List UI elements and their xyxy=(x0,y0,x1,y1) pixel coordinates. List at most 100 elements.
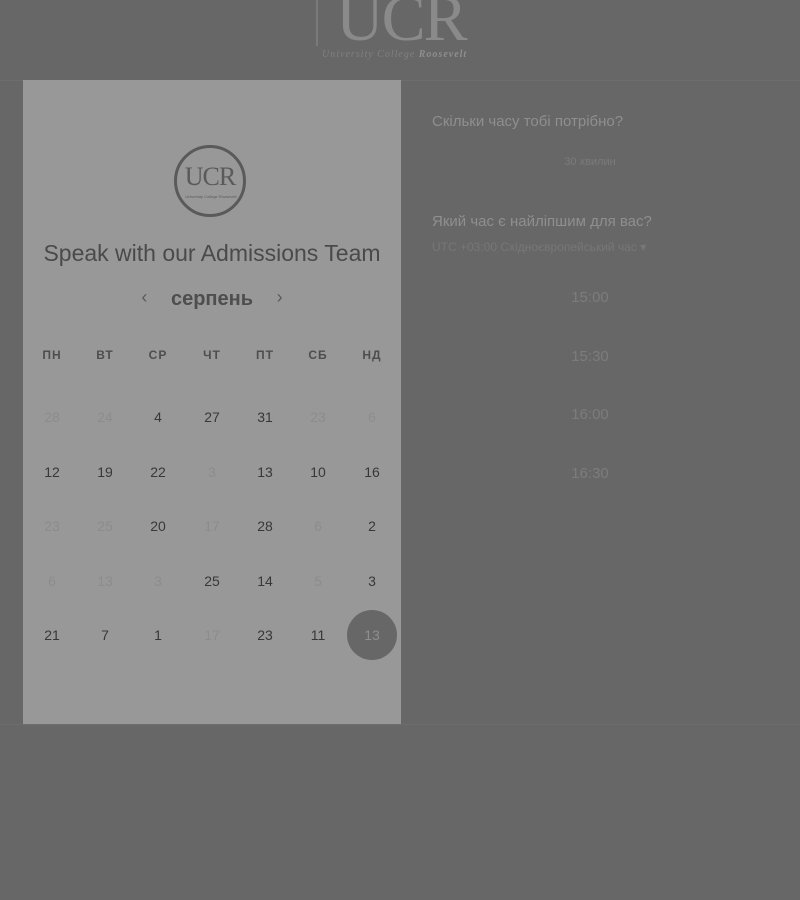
calendar-day-label: 6 xyxy=(314,518,322,534)
weekday-label: ВТ xyxy=(96,348,114,362)
calendar-day[interactable]: 11 xyxy=(292,609,344,661)
calendar-day-label: 14 xyxy=(257,572,273,589)
calendar-day-label: 5 xyxy=(314,572,322,589)
calendar-day: 13 xyxy=(79,555,131,607)
calendar-day: 6 xyxy=(26,555,78,607)
calendar-day[interactable]: 25 xyxy=(186,555,238,607)
calendar-day[interactable]: 28 xyxy=(239,500,291,552)
time-slot-button[interactable]: 15:00 xyxy=(432,278,748,318)
calendar-day[interactable]: 23 xyxy=(239,609,291,661)
calendar-day[interactable]: 13 xyxy=(239,446,291,498)
calendar-day-label: 3 xyxy=(154,572,162,589)
site-header: UCR University College Roosevelt xyxy=(0,0,800,81)
calendar-day-label: 25 xyxy=(204,572,220,589)
calendar-day: 23 xyxy=(292,391,344,443)
calendar-day-label: 1 xyxy=(154,627,162,643)
calendar-day-label: 6 xyxy=(368,409,376,425)
calendar-day-label: 20 xyxy=(150,518,166,534)
calendar-day-label: 28 xyxy=(257,518,273,534)
chevron-down-icon: ▾ xyxy=(640,240,647,254)
logo-subtitle: University College Roosevelt xyxy=(322,49,468,60)
card-title: Speak with our Admissions Team xyxy=(43,240,381,266)
calendar-day-label: 21 xyxy=(44,627,60,643)
logo-bar xyxy=(316,0,318,46)
calendar-day: 17 xyxy=(186,609,238,661)
calendar-day[interactable]: 2 xyxy=(346,500,398,552)
chevron-left-icon[interactable]: ‹ xyxy=(131,287,157,308)
calendar-day[interactable]: 16 xyxy=(346,446,398,498)
calendar-day[interactable]: 14 xyxy=(239,555,291,607)
weekday-header: ПН ВТ СР ЧТ ПТ СБ НД xyxy=(23,348,401,368)
calendar-day: 6 xyxy=(292,500,344,552)
calendar-day-label: 23 xyxy=(257,627,273,643)
weekday-label: ПТ xyxy=(256,348,274,362)
calendar-day-label: 11 xyxy=(310,627,326,643)
time-slot-button[interactable]: 16:00 xyxy=(432,395,748,435)
calendar-day-label: 28 xyxy=(44,409,60,425)
calendar-day[interactable]: 20 xyxy=(132,500,184,552)
calendar-day-label: 16 xyxy=(364,463,380,480)
calendar-grid: 28 24 4 27 31 23 6 12 19 22 3 13 10 16 23 25 20 17 28 6 2 6 13… xyxy=(23,390,401,690)
calendar-day-label: 17 xyxy=(204,518,220,534)
time-slot-list: 15:00 15:30 16:00 16:30 xyxy=(432,278,748,512)
calendar-day[interactable]: 27 xyxy=(186,391,238,443)
calendar-day: 3 xyxy=(132,555,184,607)
calendar-day-label: 25 xyxy=(97,518,113,534)
calendar-day[interactable]: 21 xyxy=(26,609,78,661)
calendar-day-label: 13 xyxy=(97,572,113,589)
month-navigation: ‹ серпень › xyxy=(23,287,401,317)
weekday-label: ЧТ xyxy=(203,348,221,362)
calendar-day-selected[interactable]: 13 xyxy=(346,609,398,661)
calendar-day[interactable]: 22 xyxy=(132,446,184,498)
weekday-label: ПН xyxy=(42,348,62,362)
calendar-card: UCR University College Roosevelt Speak w… xyxy=(23,80,401,724)
calendar-day-label: 23 xyxy=(310,409,326,425)
calendar-day: 3 xyxy=(186,446,238,498)
time-slot-button[interactable]: 15:30 xyxy=(432,337,748,377)
calendar-day-label: 13 xyxy=(257,463,273,480)
calendar-day: 6 xyxy=(346,391,398,443)
time-slot-button[interactable]: 16:30 xyxy=(432,454,748,494)
calendar-day: 28 xyxy=(26,391,78,443)
timezone-label: UTC +03:00 Східноєвропейський час xyxy=(432,240,637,254)
time-question: Який час є найліпшим для вас? xyxy=(432,213,652,230)
chevron-right-icon[interactable]: › xyxy=(267,287,293,308)
calendar-day: 23 xyxy=(26,500,78,552)
weekday-label: НД xyxy=(362,348,382,362)
calendar-day-label: 10 xyxy=(310,463,326,480)
calendar-day[interactable]: 10 xyxy=(292,446,344,498)
logo-mark: UCR xyxy=(336,0,468,55)
calendar-day-label: 3 xyxy=(368,572,376,589)
duration-question: Скільки часу тобі потрібно? xyxy=(432,113,624,130)
card-logo-subtitle: University College Roosevelt xyxy=(185,194,237,199)
calendar-day[interactable]: 19 xyxy=(79,446,131,498)
calendar-day-label: 24 xyxy=(97,409,113,425)
calendar-day[interactable]: 1 xyxy=(132,609,184,661)
weekday-label: СР xyxy=(148,348,168,362)
calendar-day-label: 27 xyxy=(204,409,220,425)
weekday-label: СБ xyxy=(308,348,328,362)
calendar-day: 24 xyxy=(79,391,131,443)
calendar-day-label: 12 xyxy=(44,463,60,480)
calendar-day-label: 13 xyxy=(347,610,397,660)
calendar-day-label: 19 xyxy=(97,463,113,480)
calendar-day: 5 xyxy=(292,555,344,607)
calendar-day[interactable]: 4 xyxy=(132,391,184,443)
divider xyxy=(0,724,800,725)
calendar-day-label: 23 xyxy=(44,518,60,534)
calendar-day[interactable]: 12 xyxy=(26,446,78,498)
calendar-day-label: 31 xyxy=(257,409,273,425)
card-logo-mark: UCR xyxy=(184,162,236,191)
calendar-day[interactable]: 7 xyxy=(79,609,131,661)
calendar-day-label: 7 xyxy=(101,627,109,643)
calendar-day-label: 22 xyxy=(150,463,166,480)
duration-option[interactable]: 30 хвилин xyxy=(432,156,748,168)
calendar-day[interactable]: 3 xyxy=(346,555,398,607)
calendar-day-label: 2 xyxy=(368,518,376,534)
calendar-day-label: 4 xyxy=(154,409,162,425)
card-logo: UCR University College Roosevelt xyxy=(174,145,246,217)
site-logo[interactable]: UCR University College Roosevelt xyxy=(316,0,491,66)
calendar-day[interactable]: 31 xyxy=(239,391,291,443)
timezone-select[interactable]: UTC +03:00 Східноєвропейський час ▾ xyxy=(432,240,646,254)
calendar-day: 17 xyxy=(186,500,238,552)
